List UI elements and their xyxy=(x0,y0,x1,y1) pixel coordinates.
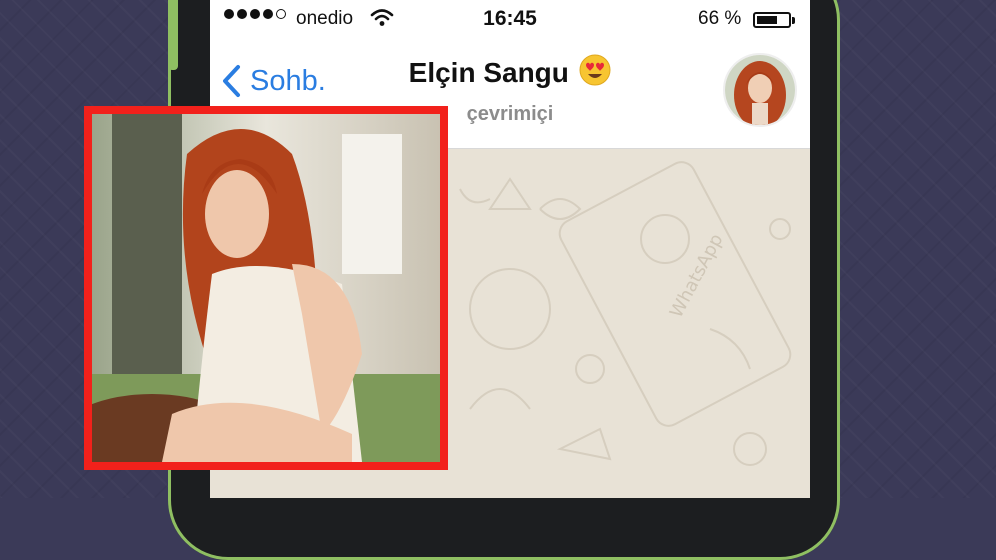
status-bar: onedio 16:45 66 % xyxy=(210,0,810,40)
phone-side-button xyxy=(168,0,178,70)
highlighted-profile-photo xyxy=(84,106,448,470)
contact-name: Elçin Sangu xyxy=(408,57,569,88)
contact-avatar[interactable] xyxy=(723,53,797,127)
battery-tip xyxy=(792,17,795,24)
heart-eyes-emoji-icon xyxy=(579,54,611,91)
profile-photo[interactable] xyxy=(92,114,440,462)
battery-percent: 66 % xyxy=(698,8,742,29)
battery-level xyxy=(757,16,777,24)
wallpaper-watermark: WhatsApp xyxy=(666,230,728,321)
battery-icon xyxy=(753,12,791,28)
